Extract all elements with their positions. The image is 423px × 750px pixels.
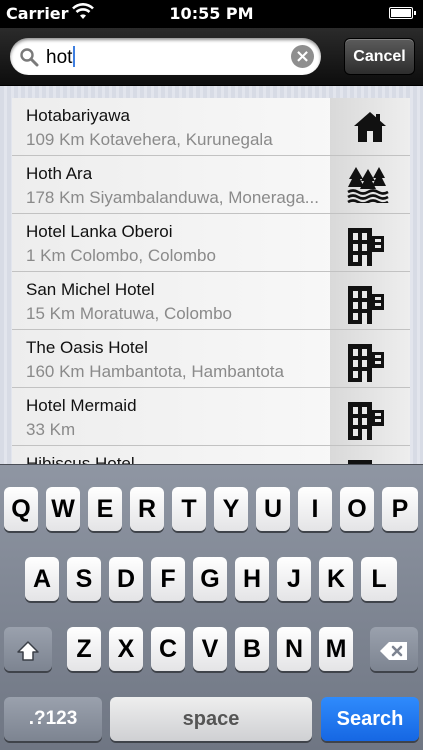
item-icon-cell — [330, 388, 410, 445]
item-title: Hotel Mermaid — [26, 396, 137, 415]
key-t[interactable]: T — [172, 487, 206, 531]
key-n[interactable]: N — [277, 627, 311, 671]
item-subtitle: 160 Km Hambantota, Hambantota — [26, 362, 284, 381]
forest-lake-icon — [347, 167, 389, 203]
key-q[interactable]: Q — [4, 487, 38, 531]
shift-icon — [17, 641, 39, 661]
results-list: Hotabariyawa 109 Km Kotavehera, Kurunega… — [12, 98, 410, 464]
search-key[interactable]: Search — [321, 697, 419, 741]
clock: 10:55 PM — [169, 4, 254, 23]
key-d[interactable]: D — [109, 557, 143, 601]
clear-icon[interactable]: × — [291, 45, 314, 68]
hotel-icon — [348, 286, 384, 324]
item-subtitle: 109 Km Kotavehera, Kurunegala — [26, 130, 273, 149]
key-g[interactable]: G — [193, 557, 227, 601]
item-icon-cell — [330, 98, 410, 155]
delete-icon — [380, 642, 407, 660]
key-o[interactable]: O — [340, 487, 374, 531]
status-bar: Carrier 10:55 PM — [0, 0, 423, 28]
text-caret — [73, 46, 76, 67]
house-icon — [354, 112, 386, 142]
list-item[interactable]: Hotel Mermaid 33 Km — [12, 388, 410, 446]
space-key[interactable]: space — [110, 697, 312, 741]
key-e[interactable]: E — [88, 487, 122, 531]
key-x[interactable]: X — [109, 627, 143, 671]
item-icon-cell — [330, 272, 410, 329]
item-subtitle: 15 Km Moratuwa, Colombo — [26, 304, 232, 323]
key-l[interactable]: L — [361, 557, 397, 601]
item-title: Hotel Lanka Oberoi — [26, 222, 173, 241]
key-m[interactable]: M — [319, 627, 353, 671]
item-title: Hoth Ara — [26, 164, 93, 183]
item-icon-cell — [330, 446, 410, 464]
battery-icon — [389, 7, 416, 19]
item-icon-cell — [330, 156, 410, 213]
search-input[interactable]: hot × — [10, 38, 321, 75]
hotel-icon — [348, 228, 384, 266]
key-r[interactable]: R — [130, 487, 164, 531]
item-title: The Oasis Hotel — [26, 338, 148, 357]
item-subtitle: 1 Km Colombo, Colombo — [26, 246, 216, 265]
item-icon-cell — [330, 214, 410, 271]
key-z[interactable]: Z — [67, 627, 101, 671]
list-item[interactable]: San Michel Hotel 15 Km Moratuwa, Colombo — [12, 272, 410, 330]
key-j[interactable]: J — [277, 557, 311, 601]
list-item[interactable]: Hibiscus Hotel — [12, 446, 410, 464]
key-s[interactable]: S — [67, 557, 101, 601]
key-v[interactable]: V — [193, 627, 227, 671]
item-title: San Michel Hotel — [26, 280, 155, 299]
list-item[interactable]: Hotabariyawa 109 Km Kotavehera, Kurunega… — [12, 98, 410, 156]
search-query-text: hot — [46, 47, 73, 68]
key-i[interactable]: I — [298, 487, 332, 531]
key-a[interactable]: A — [25, 557, 59, 601]
keyboard: Q W E R T Y U I O P A S D F G H J K L Z … — [0, 464, 423, 750]
search-bar: hot × Cancel — [0, 28, 423, 86]
key-u[interactable]: U — [256, 487, 290, 531]
item-icon-cell — [330, 330, 410, 387]
shift-key[interactable] — [4, 627, 52, 671]
item-title: Hibiscus Hotel — [26, 454, 135, 464]
key-k[interactable]: K — [319, 557, 353, 601]
hotel-icon — [348, 344, 384, 382]
key-b[interactable]: B — [235, 627, 269, 671]
key-y[interactable]: Y — [214, 487, 248, 531]
list-item[interactable]: Hotel Lanka Oberoi 1 Km Colombo, Colombo — [12, 214, 410, 272]
magnifier-icon — [20, 48, 39, 67]
results-area: Hotabariyawa 109 Km Kotavehera, Kurunega… — [0, 86, 423, 464]
list-item[interactable]: Hoth Ara 178 Km Siyambalanduwa, Moneraga… — [12, 156, 410, 214]
item-title: Hotabariyawa — [26, 106, 130, 125]
item-subtitle: 33 Km — [26, 420, 76, 439]
key-c[interactable]: C — [151, 627, 185, 671]
hotel-icon — [348, 402, 384, 440]
list-item[interactable]: The Oasis Hotel 160 Km Hambantota, Hamba… — [12, 330, 410, 388]
numbers-key[interactable]: .?123 — [4, 697, 102, 741]
key-h[interactable]: H — [235, 557, 269, 601]
cancel-button[interactable]: Cancel — [344, 38, 415, 75]
delete-key[interactable] — [370, 627, 418, 671]
item-subtitle: 178 Km Siyambalanduwa, Moneraga... — [26, 188, 319, 207]
key-f[interactable]: F — [151, 557, 185, 601]
key-p[interactable]: P — [382, 487, 418, 531]
key-w[interactable]: W — [46, 487, 80, 531]
